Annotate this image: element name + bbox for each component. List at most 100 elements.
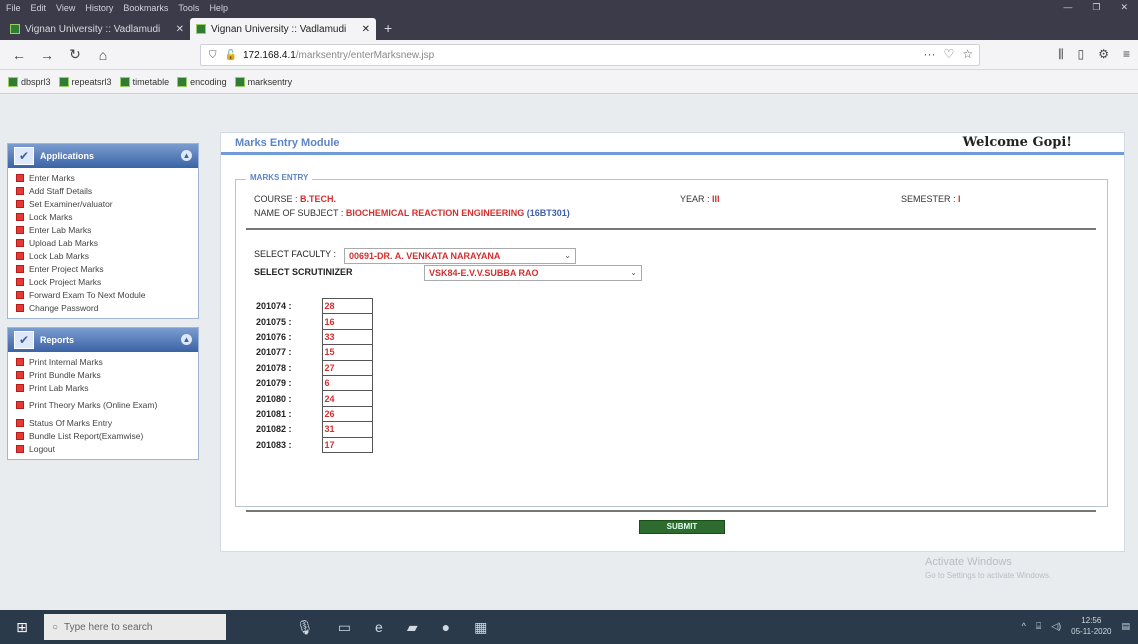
sidebar-item[interactable]: Print Lab Marks bbox=[16, 381, 198, 394]
browser-tab-2[interactable]: Vignan University :: Vadlamudi ✕ bbox=[190, 18, 376, 40]
sidebar-item[interactable]: Enter Lab Marks bbox=[16, 223, 198, 236]
mark-input[interactable]: 15 bbox=[321, 344, 373, 361]
sidebar-item[interactable]: Add Staff Details bbox=[16, 184, 198, 197]
shield-icon[interactable]: ⛉ bbox=[209, 50, 217, 61]
bookmark-item[interactable]: dbsprl3 bbox=[8, 76, 51, 87]
bookmark-favicon-icon bbox=[177, 76, 188, 87]
sidebar-item[interactable]: Lock Lab Marks bbox=[16, 249, 198, 262]
mark-input[interactable]: 16 bbox=[321, 313, 373, 330]
table-row: 201082 : 31 bbox=[254, 421, 373, 438]
reports-title: Reports bbox=[40, 335, 75, 345]
sidebar-item[interactable]: Print Internal Marks bbox=[16, 355, 198, 368]
forward-icon[interactable]: → bbox=[36, 47, 58, 63]
app-icon[interactable]: ▦ bbox=[474, 619, 487, 636]
minimize-icon[interactable]: — bbox=[1063, 2, 1072, 13]
library-icon[interactable]: ⫼ bbox=[1058, 47, 1064, 62]
mark-input[interactable]: 24 bbox=[321, 390, 373, 407]
back-icon[interactable]: ← bbox=[8, 47, 30, 63]
sidebar-item[interactable]: Lock Project Marks bbox=[16, 275, 198, 288]
sidebar-item[interactable]: Bundle List Report(Examwise) bbox=[16, 429, 198, 442]
faculty-label: SELECT FACULTY : bbox=[254, 249, 337, 259]
bookmark-item[interactable]: encoding bbox=[177, 76, 227, 87]
windows-start-icon[interactable]: ⊞ bbox=[0, 619, 44, 636]
taskbar-clock[interactable]: 12:56 05-11-2020 bbox=[1071, 615, 1111, 637]
mark-input[interactable]: 33 bbox=[321, 328, 373, 346]
sidebar-item[interactable]: Set Examiner/valuator bbox=[16, 197, 198, 210]
sidebar-item[interactable]: Lock Marks bbox=[16, 210, 198, 223]
reports-panel-header[interactable]: ✔ Reports ▲ bbox=[8, 328, 198, 352]
sidebar-item[interactable]: Status Of Marks Entry bbox=[16, 416, 198, 429]
sidebar-item[interactable]: Logout bbox=[16, 442, 198, 455]
tab-label: Vignan University :: Vadlamudi bbox=[211, 23, 347, 35]
pocket-icon[interactable]: ♡ bbox=[943, 47, 954, 61]
microphone-icon[interactable]: 🎙 bbox=[296, 619, 314, 636]
close-icon[interactable]: ✕ bbox=[1120, 2, 1128, 13]
firefox-icon[interactable]: ● bbox=[442, 619, 450, 636]
sidebar-item[interactable]: Enter Marks bbox=[16, 171, 198, 184]
mark-input[interactable]: 31 bbox=[321, 421, 373, 438]
menu-item[interactable]: Edit bbox=[31, 3, 47, 13]
menu-item[interactable]: File bbox=[6, 3, 21, 13]
bookmark-item[interactable]: marksentry bbox=[234, 76, 292, 87]
new-tab-icon[interactable]: + bbox=[376, 20, 400, 40]
taskbar-search[interactable]: ○ Type here to search bbox=[44, 614, 226, 640]
applications-panel-header[interactable]: ✔ Applications ▲ bbox=[8, 144, 198, 168]
tab-close-icon[interactable]: ✕ bbox=[362, 24, 370, 35]
mark-input[interactable]: 6 bbox=[321, 374, 373, 392]
roll-number: 201078 : bbox=[256, 362, 292, 373]
sidebar-item-label: Print Bundle Marks bbox=[29, 369, 101, 380]
volume-icon[interactable]: ◁) bbox=[1051, 621, 1061, 632]
file-explorer-icon[interactable]: ▰ bbox=[407, 619, 418, 636]
page-actions-icon[interactable]: ··· bbox=[923, 47, 935, 61]
menu-bullet-icon bbox=[16, 186, 24, 195]
welcome-message: Welcome Gopi! bbox=[962, 135, 1072, 150]
address-bar[interactable]: ⛉ 🔓 172.168.4.1 /marksentry/enterMarksne… bbox=[200, 44, 980, 66]
mark-input[interactable]: 17 bbox=[321, 436, 373, 453]
menu-item[interactable]: View bbox=[56, 3, 75, 13]
menu-bullet-icon bbox=[16, 444, 24, 453]
collapse-icon[interactable]: ▲ bbox=[181, 334, 192, 345]
sidebar-item[interactable]: Print Theory Marks (Online Exam) bbox=[16, 394, 198, 416]
bookmark-star-icon[interactable]: ☆ bbox=[962, 47, 973, 61]
menu-item[interactable]: Bookmarks bbox=[123, 3, 168, 13]
home-icon[interactable]: ⌂ bbox=[92, 47, 114, 63]
reload-icon[interactable]: ↻ bbox=[64, 46, 86, 63]
faculty-selected-value: 00691-DR. A. VENKATA NARAYANA bbox=[349, 251, 501, 261]
sidebar-icon[interactable]: ▯ bbox=[1078, 47, 1085, 62]
extension-icon[interactable]: ⚙ bbox=[1098, 47, 1109, 62]
mark-input[interactable]: 26 bbox=[321, 405, 373, 423]
task-view-icon[interactable]: ▭ bbox=[338, 619, 351, 636]
semester-label: SEMESTER : bbox=[901, 194, 956, 204]
scrutinizer-select[interactable]: VSK84-E.V.V.SUBBA RAO ⌄ bbox=[424, 265, 642, 281]
sidebar-item[interactable]: Change Password bbox=[16, 301, 198, 314]
sidebar-item[interactable]: Print Bundle Marks bbox=[16, 368, 198, 381]
menu-item[interactable]: Help bbox=[209, 3, 228, 13]
menu-item[interactable]: Tools bbox=[178, 3, 199, 13]
sidebar-item[interactable]: Enter Project Marks bbox=[16, 262, 198, 275]
menu-icon[interactable]: ≡ bbox=[1123, 47, 1130, 62]
faculty-select[interactable]: 00691-DR. A. VENKATA NARAYANA ⌄ bbox=[344, 248, 576, 264]
mark-input[interactable]: 27 bbox=[321, 359, 373, 376]
sidebar-item[interactable]: Upload Lab Marks bbox=[16, 236, 198, 249]
sidebar-item-label: Enter Lab Marks bbox=[29, 224, 92, 235]
restore-icon[interactable]: ❐ bbox=[1092, 2, 1100, 13]
watermark-title: Activate Windows bbox=[925, 556, 1012, 568]
bookmark-item[interactable]: timetable bbox=[119, 76, 169, 87]
submit-button[interactable]: SUBMIT bbox=[639, 520, 725, 534]
menu-bullet-icon bbox=[16, 225, 24, 234]
sidebar-item[interactable]: Forward Exam To Next Module bbox=[16, 288, 198, 301]
tab-close-icon[interactable]: ✕ bbox=[176, 24, 184, 35]
edge-icon[interactable]: e bbox=[375, 619, 383, 636]
tray-chevron-icon[interactable]: ^ bbox=[1022, 621, 1026, 631]
menu-bullet-icon bbox=[16, 303, 24, 312]
mark-input[interactable]: 28 bbox=[321, 297, 373, 315]
menu-bullet-icon bbox=[16, 357, 24, 366]
browser-tab-1[interactable]: Vignan University :: Vadlamudi ✕ bbox=[4, 18, 190, 40]
collapse-icon[interactable]: ▲ bbox=[181, 150, 192, 161]
network-icon[interactable]: ⌸ bbox=[1036, 621, 1041, 632]
menu-item[interactable]: History bbox=[85, 3, 113, 13]
notifications-icon[interactable]: ▤ bbox=[1121, 621, 1130, 632]
insecure-lock-icon[interactable]: 🔓 bbox=[225, 50, 237, 61]
bookmark-item[interactable]: repeatsrl3 bbox=[58, 76, 112, 87]
sidebar-item-label: Change Password bbox=[29, 302, 99, 313]
